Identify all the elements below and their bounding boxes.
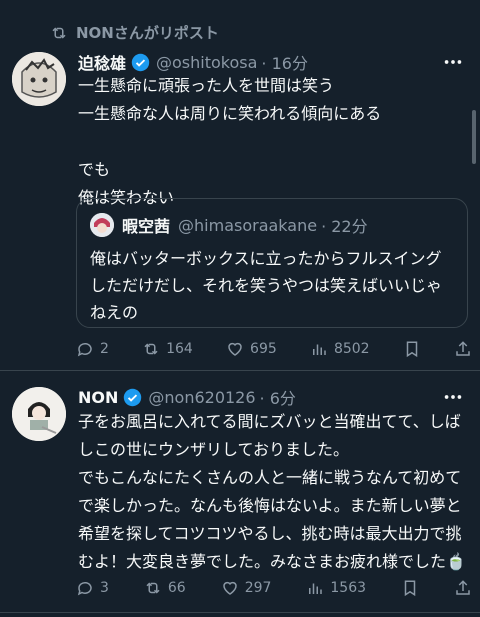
bookmark-icon — [404, 580, 416, 597]
views-button[interactable]: 8502 — [310, 340, 370, 358]
repost-count: 66 — [167, 580, 186, 596]
like-count: 695 — [250, 341, 277, 357]
share-icon — [456, 341, 470, 356]
handle[interactable]: @oshitokosa — [156, 53, 257, 72]
repost-label: NONさんがリポスト — [76, 24, 219, 42]
bookmark-button[interactable] — [401, 579, 419, 597]
tweet-text: 一生懸命に頑張った人を世間は笑う 一生懸命な人は周りに笑われる傾向にある でも … — [78, 76, 382, 207]
views-button[interactable]: 1563 — [306, 579, 366, 597]
repost-button[interactable]: 164 — [142, 340, 193, 358]
reply-count: 3 — [100, 580, 109, 596]
display-name[interactable]: 迫稔雄 — [78, 50, 126, 74]
like-count: 297 — [244, 580, 272, 596]
quote-header: 暇空茜 @himasoraakane · 22分 — [90, 213, 368, 237]
quote-text: 俺はバッターボックスに立ったからフルスイングしただけだし、それを笑うやつは笑えば… — [90, 249, 443, 322]
tweet-header: 迫稔雄 @oshitokosa · 16分 — [78, 50, 308, 74]
views-icon — [309, 583, 323, 594]
view-count: 8502 — [333, 341, 370, 357]
tweet-actions: 2 164 695 8502 — [76, 340, 472, 358]
tweet-actions: 3 66 297 1563 — [76, 579, 472, 597]
display-name[interactable]: NON — [78, 388, 118, 407]
bookmark-icon — [406, 341, 418, 358]
like-button[interactable]: 297 — [221, 579, 272, 597]
quote-display-name: 暇空茜 — [122, 217, 171, 236]
quote-avatar — [90, 213, 114, 237]
avatar[interactable] — [12, 52, 66, 106]
views-icon — [312, 344, 326, 355]
reply-button[interactable]: 2 — [76, 340, 109, 358]
share-button[interactable] — [454, 340, 472, 358]
tweet-text: 子をお風呂に入れてる間にズバッと当確出てて、しばしこの世にウンザリしておりました… — [78, 408, 470, 576]
reply-icon — [77, 581, 92, 596]
more-options-icon[interactable] — [442, 51, 464, 73]
tweet-text-content: 子をお風呂に入れてる間にズバッと当確出てて、しばしこの世にウンザリしておりました… — [78, 412, 462, 571]
bookmark-button[interactable] — [403, 340, 421, 358]
quote-handle: @himasoraakane — [178, 215, 318, 235]
share-button[interactable] — [454, 579, 472, 597]
avatar[interactable] — [12, 387, 66, 441]
more-options-icon[interactable] — [442, 386, 464, 408]
reply-icon — [77, 342, 92, 357]
reply-count: 2 — [100, 341, 109, 357]
reply-button[interactable]: 3 — [76, 579, 109, 597]
timestamp[interactable]: · 6分 — [260, 385, 296, 409]
view-count: 1563 — [330, 580, 367, 596]
timestamp[interactable]: · 16分 — [261, 50, 308, 74]
heart-icon — [222, 581, 237, 595]
heart-icon — [228, 342, 242, 356]
quote-timestamp: · 22分 — [321, 217, 368, 236]
handle[interactable]: @non620126 — [148, 388, 255, 407]
repost-count: 164 — [166, 341, 193, 357]
verified-badge-icon — [124, 388, 142, 406]
divider — [0, 370, 480, 371]
like-button[interactable]: 695 — [226, 340, 277, 358]
share-icon — [456, 580, 470, 595]
repost-indicator[interactable]: NONさんがリポスト — [50, 22, 219, 43]
tea-emoji: 🍵 — [446, 552, 466, 571]
quote-tweet[interactable]: 暇空茜 @himasoraakane · 22分 俺はバッターボックスに立ったか… — [76, 198, 468, 328]
tweet-header: NON @non620126 · 6分 — [78, 385, 296, 409]
scrollbar[interactable] — [472, 110, 476, 164]
repost-button[interactable]: 66 — [144, 579, 186, 597]
verified-badge-icon — [131, 53, 150, 71]
repost-icon — [52, 26, 66, 39]
repost-icon — [146, 582, 160, 594]
divider — [0, 612, 480, 613]
repost-icon — [144, 343, 158, 355]
